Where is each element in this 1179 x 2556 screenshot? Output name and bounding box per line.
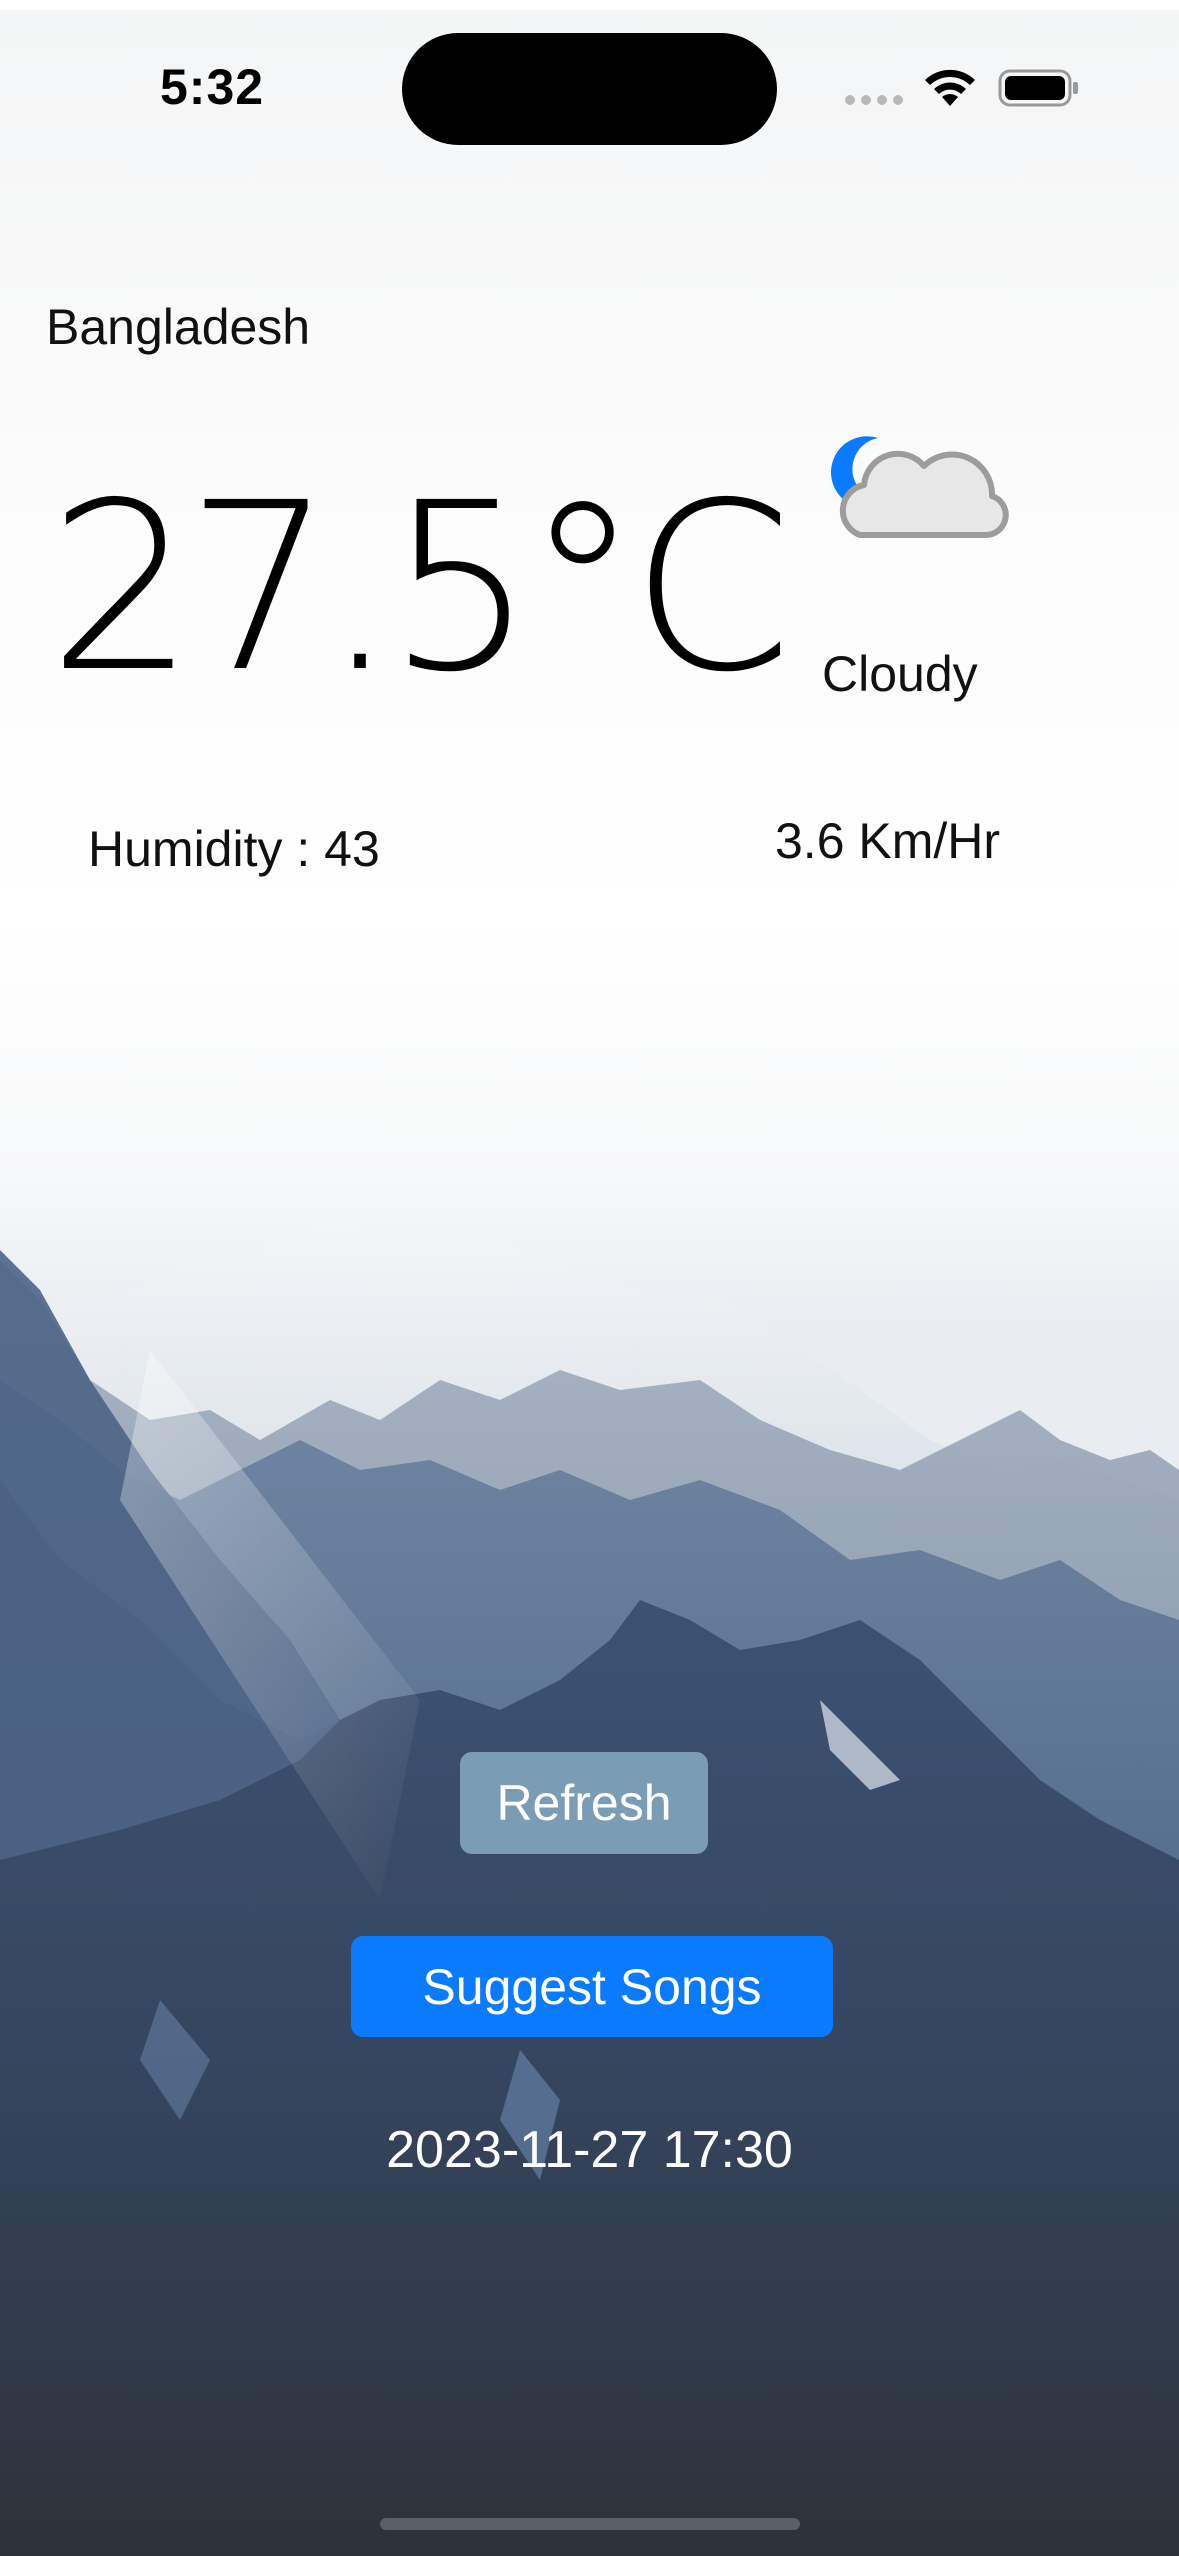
status-time: 5:32 <box>160 59 265 115</box>
location-label: Bangladesh <box>46 299 311 355</box>
refresh-button[interactable]: Refresh <box>460 1752 708 1854</box>
humidity-label: Humidity : 43 <box>88 821 380 877</box>
battery-icon <box>998 69 1078 107</box>
cellular-signal-icon <box>845 95 903 105</box>
home-indicator[interactable] <box>380 2518 800 2530</box>
weather-screen: 5:32 Bangladesh 27.5°C Cloudy Humidity :… <box>0 0 1179 2556</box>
condition-label: Cloudy <box>822 646 978 702</box>
moon-cloud-icon <box>831 436 1009 538</box>
wind-speed-label: 3.6 Km/Hr <box>775 813 1001 869</box>
last-updated-timestamp: 2023-11-27 17:30 <box>386 2121 793 2179</box>
suggest-songs-button[interactable]: Suggest Songs <box>351 1936 833 2037</box>
wifi-icon <box>925 69 975 106</box>
dynamic-island <box>402 33 777 145</box>
temperature-value: 27.5°C <box>48 453 793 723</box>
